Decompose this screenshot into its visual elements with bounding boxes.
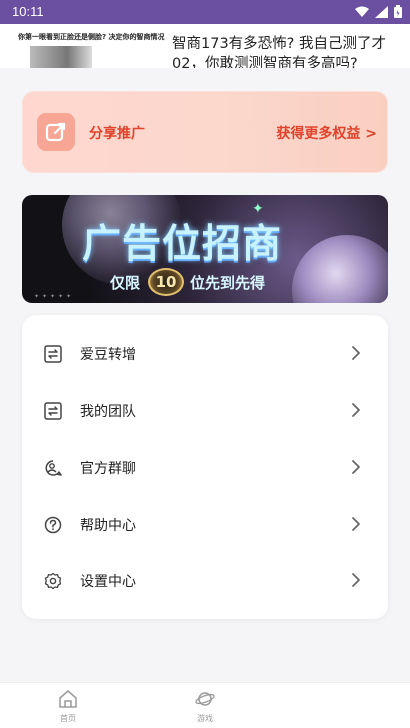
share-label: 分享推广 <box>89 126 145 142</box>
banner-sub-prefix: 仅限 <box>110 274 141 292</box>
ad-banner[interactable]: 你第一眼看到正脸还是侧脸? 决定你的智商情况 智商173有多恐怖? 我自己测了才… <box>0 24 410 68</box>
menu-item-label: 帮助中心 <box>80 518 136 534</box>
menu-item-group-chat[interactable]: 官方群聊 <box>22 439 388 495</box>
menu-item-label: 官方群聊 <box>80 461 136 477</box>
tab-home[interactable]: 首页 <box>38 687 98 727</box>
tab-label: 首页 <box>60 714 76 723</box>
ad-small-text: 你第一眼看到正脸还是侧脸? 决定你的智商情况 <box>18 33 165 41</box>
banner-title: 广告位招商 <box>82 222 283 267</box>
ad-headline: 智商173有多恐怖? 我自己测了才02，你敢测测智商有多高吗? <box>172 36 386 68</box>
menu-item-help[interactable]: 帮助中心 <box>22 496 388 552</box>
team-icon <box>44 402 62 420</box>
menu-item-label: 我的团队 <box>80 404 136 420</box>
tab-label: 游戏 <box>197 714 213 723</box>
menu-item-team[interactable]: 我的团队 <box>22 382 388 438</box>
tab-games[interactable]: 游戏 <box>175 687 235 727</box>
chevron-right-icon <box>352 346 360 360</box>
ad-thumbnail-block: 你第一眼看到正脸还是侧脸? 决定你的智商情况 <box>18 32 168 68</box>
menu-card: 爱豆转增 我的团队 官方群聊 帮助中心 设置中心 <box>22 315 388 619</box>
ad-thumbnail-image <box>30 46 92 68</box>
planet-icon <box>195 692 215 706</box>
share-icon <box>37 113 75 151</box>
status-time: 10:11 <box>12 4 44 19</box>
chevron-right-icon <box>352 573 360 587</box>
battery-icon <box>394 5 402 18</box>
banner-orb-right <box>292 235 388 303</box>
group-chat-icon <box>45 460 62 476</box>
banner-count-badge: 10 <box>148 268 184 296</box>
settings-icon <box>44 572 62 590</box>
ad-recruit-banner[interactable]: ✦ 广告位招商 仅限 10 位先到先得 ✦✦✦✦✦ <box>22 195 388 303</box>
menu-item-label: 爱豆转增 <box>80 347 136 363</box>
chevron-right-icon <box>352 460 360 474</box>
status-bar: 10:11 <box>0 0 410 24</box>
share-promotion-card[interactable]: 分享推广 获得更多权益 > <box>22 91 388 173</box>
banner-dots: ✦✦✦✦✦ <box>34 293 75 300</box>
status-icons <box>355 5 402 18</box>
help-icon <box>44 516 62 534</box>
signal-icon <box>375 5 388 18</box>
banner-sub-suffix: 位先到先得 <box>190 274 266 292</box>
transfer-icon <box>44 345 62 363</box>
menu-item-settings[interactable]: 设置中心 <box>22 552 388 608</box>
chevron-right-icon <box>352 517 360 531</box>
bottom-tab-bar: 首页 游戏 <box>0 682 410 728</box>
menu-item-label: 设置中心 <box>80 574 136 590</box>
menu-item-transfer[interactable]: 爱豆转增 <box>22 325 388 381</box>
get-more-benefits-link[interactable]: 获得更多权益 > <box>276 123 377 143</box>
wifi-icon <box>355 6 369 17</box>
chevron-right-icon <box>352 403 360 417</box>
home-icon <box>59 690 77 708</box>
